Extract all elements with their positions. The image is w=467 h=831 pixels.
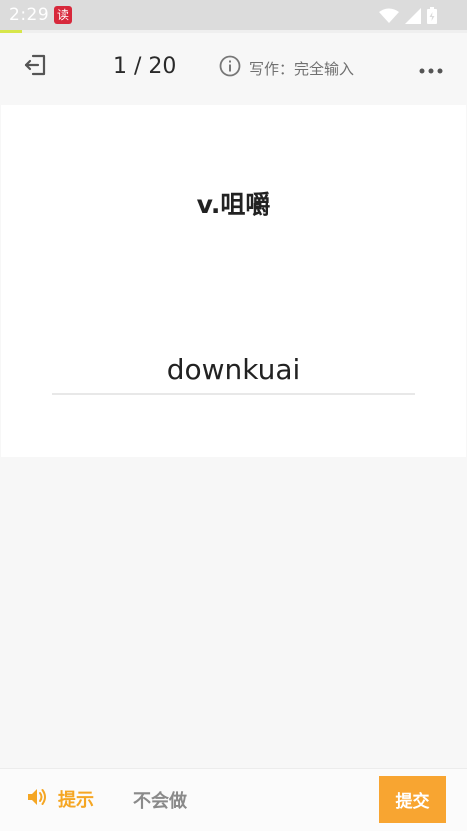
- bottom-bar: 提示 不会做 提交: [0, 768, 467, 831]
- prompt-word: v.咀嚼: [196, 190, 271, 219]
- more-button[interactable]: [417, 56, 445, 80]
- battery-icon: [427, 7, 437, 28]
- answer-input[interactable]: [52, 345, 415, 395]
- status-bar: 2:29 读: [0, 0, 467, 30]
- speaker-icon: [26, 787, 48, 812]
- header: 1 / 20 写作：完全输入: [0, 33, 467, 105]
- signal-icon: [405, 7, 421, 28]
- status-icons: [379, 7, 437, 28]
- exit-button[interactable]: [20, 51, 52, 83]
- question-counter: 1 / 20: [113, 54, 177, 79]
- more-icon: [419, 59, 443, 78]
- wifi-icon: [379, 8, 399, 28]
- submit-button[interactable]: 提交: [379, 776, 446, 823]
- question-card: v.咀嚼: [1, 105, 466, 457]
- app-badge: 读: [54, 6, 72, 24]
- mode-info[interactable]: 写作：完全输入: [219, 55, 354, 81]
- exit-icon: [22, 51, 50, 83]
- info-icon: [219, 55, 241, 81]
- skip-button[interactable]: 不会做: [133, 787, 187, 813]
- status-time: 2:29: [9, 5, 50, 25]
- mode-label: 写作：完全输入: [249, 59, 355, 78]
- hint-button[interactable]: 提示: [26, 786, 94, 812]
- hint-label: 提示: [58, 790, 94, 811]
